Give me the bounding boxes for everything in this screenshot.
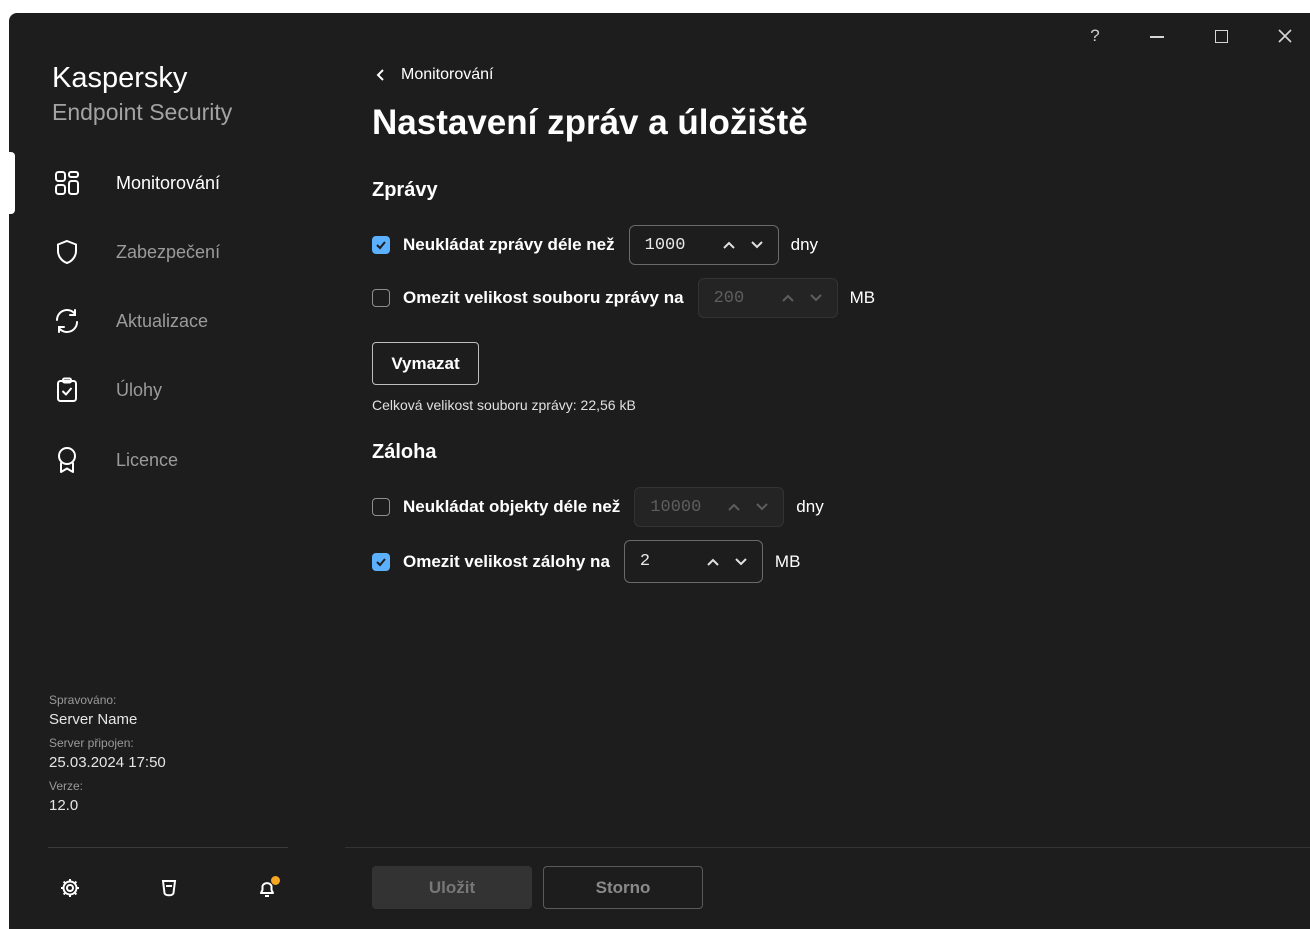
gear-icon xyxy=(61,879,79,897)
close-button[interactable] xyxy=(1272,23,1298,49)
reports-limit-label: Omezit velikost souboru zprávy na xyxy=(403,288,684,307)
backup-keep-stepper: 10000 xyxy=(634,487,785,527)
checkmark-icon xyxy=(376,241,386,250)
sidebar-item-security[interactable]: Zabezpečení xyxy=(9,227,339,277)
refresh-icon xyxy=(53,307,81,335)
backup-limit-label: Omezit velikost zálohy na xyxy=(403,551,610,571)
chevron-down-icon[interactable] xyxy=(734,557,748,567)
backup-limit-unit: MB xyxy=(774,551,801,571)
app-window: ? Kaspersky Endpoint Security Monitorová… xyxy=(9,13,1310,929)
page-title: Nastavení zpráv a úložiště xyxy=(372,103,808,142)
backup-keep-label: Neukládat objekty déle než xyxy=(403,497,621,516)
maximize-button[interactable] xyxy=(1208,23,1234,49)
backup-limit-value[interactable]: 2 xyxy=(640,552,650,571)
sidebar-divider xyxy=(48,847,288,848)
reports-limit-unit: MB xyxy=(849,288,876,307)
minimize-icon xyxy=(1150,36,1164,38)
backup-keep-row: Neukládat objekty déle než 10000 dny xyxy=(372,487,824,527)
reports-limit-stepper: 200 xyxy=(697,278,838,318)
save-button[interactable]: Uložit xyxy=(372,866,532,909)
chevron-up-icon xyxy=(781,294,794,302)
backup-limit-row: Omezit velikost zálohy na 2 MB xyxy=(372,540,800,583)
backup-keep-checkbox[interactable] xyxy=(372,498,390,516)
shield-icon xyxy=(53,238,81,266)
sidebar-item-update[interactable]: Aktualizace xyxy=(9,296,339,346)
backup-keep-value: 10000 xyxy=(650,497,702,517)
backup-limit-checkbox[interactable] xyxy=(372,552,390,571)
chevron-up-icon xyxy=(728,503,741,511)
minimize-button[interactable] xyxy=(1144,23,1170,49)
maximize-icon xyxy=(1214,29,1228,43)
back-link[interactable]: Monitorování xyxy=(373,66,494,84)
cancel-button[interactable]: Storno xyxy=(543,866,703,909)
sidebar-item-label: Zabezpečení xyxy=(116,241,221,262)
managed-by-label: Spravováno: xyxy=(49,693,117,707)
sidebar-item-monitoring[interactable]: Monitorování xyxy=(9,158,339,208)
chevron-down-icon[interactable] xyxy=(750,240,764,250)
support-icon xyxy=(161,880,177,897)
version-value: 12.0 xyxy=(49,797,79,814)
footer-divider xyxy=(345,847,1310,848)
settings-button[interactable] xyxy=(57,875,83,901)
chevron-down-icon xyxy=(809,294,822,302)
section-title-backup: Záloha xyxy=(372,441,437,463)
sidebar-item-label: Licence xyxy=(116,449,179,470)
award-icon xyxy=(53,446,81,474)
reports-keep-label: Neukládat zprávy déle než xyxy=(403,235,615,254)
close-icon xyxy=(1278,29,1292,43)
sidebar-item-label: Aktualizace xyxy=(116,310,209,331)
checkmark-icon xyxy=(376,557,386,566)
reports-limit-checkbox[interactable] xyxy=(372,289,390,307)
back-link-label: Monitorování xyxy=(401,66,494,83)
version-label: Verze: xyxy=(49,779,84,793)
brand-product: Endpoint Security xyxy=(52,99,233,125)
reports-keep-stepper[interactable]: 1000 xyxy=(628,225,779,265)
backup-limit-stepper[interactable]: 2 xyxy=(623,540,763,583)
dashboard-icon xyxy=(53,169,81,197)
backup-keep-unit: dny xyxy=(796,497,824,516)
chevron-left-icon xyxy=(376,69,384,81)
chevron-down-icon xyxy=(756,503,769,511)
server-connected-value: 25.03.2024 17:50 xyxy=(49,754,166,771)
clipboard-check-icon xyxy=(53,376,81,404)
chevron-up-icon[interactable] xyxy=(722,240,736,250)
sidebar-item-licence[interactable]: Licence xyxy=(9,435,339,485)
reports-total-size: Celková velikost souboru zprávy: 22,56 k… xyxy=(372,397,636,413)
reports-keep-unit: dny xyxy=(790,235,819,254)
clear-reports-button[interactable]: Vymazat xyxy=(372,342,479,385)
reports-limit-row: Omezit velikost souboru zprávy na 200 MB xyxy=(372,278,875,318)
reports-keep-value[interactable]: 1000 xyxy=(645,236,686,255)
chevron-up-icon[interactable] xyxy=(706,557,720,567)
brand-name: Kaspersky xyxy=(52,62,188,94)
support-button[interactable] xyxy=(156,875,182,901)
notification-dot xyxy=(271,876,280,885)
help-button[interactable]: ? xyxy=(1085,23,1105,49)
reports-keep-row: Neukládat zprávy déle než 1000 dny xyxy=(372,225,818,265)
managed-by-value: Server Name xyxy=(49,711,138,728)
sidebar-item-label: Monitorování xyxy=(116,172,221,193)
sidebar-item-label: Úlohy xyxy=(116,379,163,400)
server-connected-label: Server připojen: xyxy=(49,736,134,750)
notifications-button[interactable] xyxy=(255,875,281,901)
section-title-reports: Zprávy xyxy=(372,179,438,201)
reports-limit-value: 200 xyxy=(713,288,745,308)
reports-keep-checkbox[interactable] xyxy=(372,236,390,254)
sidebar-item-tasks[interactable]: Úlohy xyxy=(9,365,339,415)
